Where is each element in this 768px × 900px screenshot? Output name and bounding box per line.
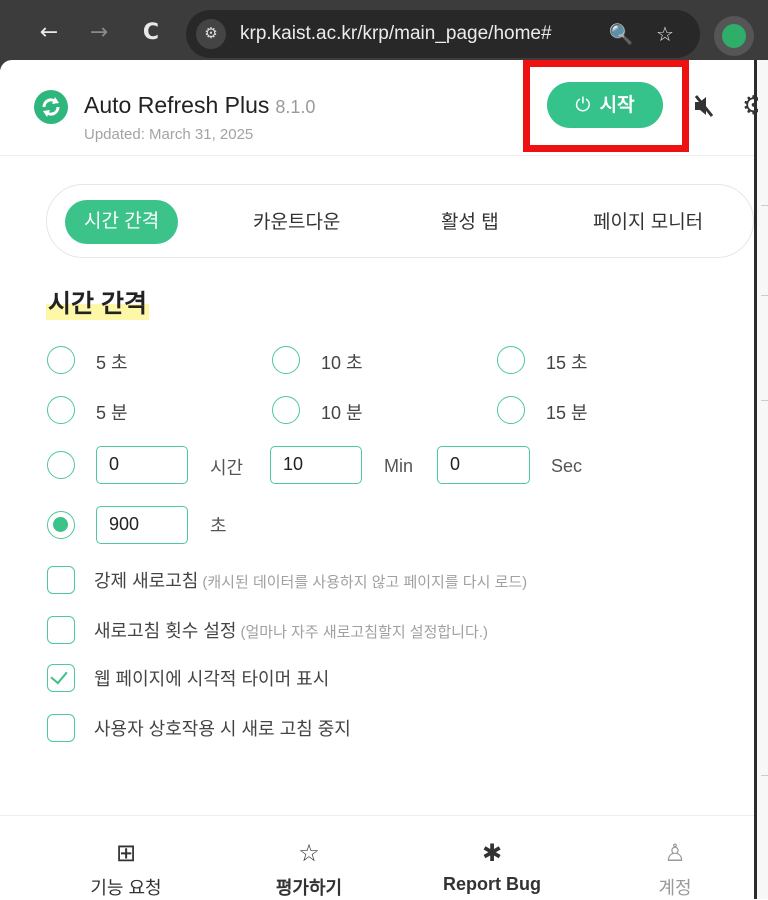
radio-custom-seconds[interactable]: [47, 511, 75, 539]
force-refresh-label: 강제 새로고침 (캐시된 데이터를 사용하지 않고 페이지를 다시 로드): [94, 567, 527, 593]
reload-icon[interactable]: C: [136, 18, 166, 48]
background-page-edge: [754, 60, 768, 899]
extension-button[interactable]: [714, 16, 754, 56]
custom-seconds-input[interactable]: 900: [96, 506, 188, 544]
rate-button[interactable]: ☆ 평가하기: [239, 836, 379, 900]
footer-label: 계정: [658, 878, 692, 898]
updated-date: Updated: March 31, 2025: [84, 126, 254, 143]
refresh-count-checkbox[interactable]: [47, 616, 75, 644]
refresh-count-label: 새로고침 횟수 설정 (얼마나 자주 새로고침할지 설정합니다.): [94, 617, 488, 643]
minutes-unit: Min: [384, 456, 414, 476]
radio-10-min[interactable]: [272, 396, 300, 424]
divider: [0, 815, 754, 816]
seconds-input[interactable]: 0: [437, 446, 530, 484]
radio-10-sec[interactable]: [272, 346, 300, 374]
hours-input[interactable]: 0: [96, 446, 188, 484]
tab-interval[interactable]: 시간 간격: [65, 200, 179, 244]
radio-5-sec[interactable]: [47, 346, 75, 374]
footer-label: Report Bug: [443, 874, 541, 894]
radio-label: 10 초: [321, 353, 363, 373]
footer-label: 기능 요청: [90, 878, 162, 898]
divider: [0, 155, 754, 156]
option-label: 강제 새로고침: [94, 571, 199, 591]
bug-icon: ✱: [481, 839, 503, 867]
gear-icon[interactable]: ⚙: [742, 92, 758, 120]
stop-on-interaction-label: 사용자 상호작용 시 새로 고침 중지: [94, 715, 351, 741]
refresh-logo-icon: [34, 90, 68, 124]
option-note: (얼마나 자주 새로고침할지 설정합니다.): [240, 624, 488, 641]
radio-label: 10 분: [321, 403, 363, 423]
zoom-icon[interactable]: 🔍: [608, 21, 634, 47]
hours-unit: 시간: [210, 458, 244, 478]
start-label: 시작: [599, 95, 635, 116]
radio-15-min[interactable]: [497, 396, 525, 424]
start-button[interactable]: ⏻ 시작: [547, 82, 663, 128]
section-title: 시간 간격: [46, 284, 149, 320]
radio-15-sec[interactable]: [497, 346, 525, 374]
radio-label: 5 분: [96, 403, 128, 423]
tab-active-tab[interactable]: 활성 탭: [441, 207, 499, 234]
option-note: (캐시된 데이터를 사용하지 않고 페이지를 다시 로드): [202, 574, 528, 591]
seconds-unit: Sec: [551, 456, 583, 476]
report-bug-button[interactable]: ✱ Report Bug: [422, 836, 562, 895]
star-icon: ☆: [298, 839, 320, 867]
site-info-icon[interactable]: ⚙: [196, 19, 226, 49]
address-bar[interactable]: ⚙ krp.kaist.ac.kr/krp/main_page/home# 🔍 …: [186, 10, 700, 58]
footer-label: 평가하기: [275, 878, 343, 898]
force-refresh-checkbox[interactable]: [47, 566, 75, 594]
radio-label: 15 분: [546, 403, 588, 423]
radio-label: 5 초: [96, 353, 128, 373]
checkmark-icon: [50, 666, 68, 685]
forward-icon[interactable]: →: [84, 18, 114, 48]
tab-page-monitor[interactable]: 페이지 모니터: [593, 207, 703, 234]
tab-countdown[interactable]: 카운트다운: [253, 207, 340, 234]
app-name: Auto Refresh Plus: [84, 92, 270, 118]
feature-request-button[interactable]: ⊞ 기능 요청: [56, 836, 196, 900]
stop-on-interaction-checkbox[interactable]: [47, 714, 75, 742]
app-version: 8.1.0: [275, 97, 316, 117]
app-title: Auto Refresh Plus 8.1.0: [84, 92, 315, 119]
power-icon: ⏻: [575, 94, 591, 116]
option-label: 웹 페이지에 시각적 타이머 표시: [94, 669, 330, 689]
user-icon: ♙: [664, 839, 686, 867]
option-label: 새로고침 횟수 설정: [94, 621, 237, 641]
seconds-only-unit: 초: [210, 516, 227, 536]
auto-refresh-extension-icon: [722, 24, 746, 48]
bookmark-icon[interactable]: ☆: [652, 21, 678, 47]
radio-custom-time[interactable]: [47, 451, 75, 479]
apps-add-icon: ⊞: [115, 839, 137, 867]
account-button[interactable]: ♙ 계정: [605, 836, 745, 900]
option-label: 사용자 상호작용 시 새로 고침 중지: [94, 719, 351, 739]
minutes-input[interactable]: 10: [270, 446, 362, 484]
visual-timer-checkbox[interactable]: [47, 664, 75, 692]
back-icon[interactable]: ←: [34, 18, 64, 48]
visual-timer-label: 웹 페이지에 시각적 타이머 표시: [94, 665, 329, 691]
radio-5-min[interactable]: [47, 396, 75, 424]
mute-icon[interactable]: [690, 92, 718, 120]
tab-bar: 시간 간격 카운트다운 활성 탭 페이지 모니터: [46, 184, 754, 258]
radio-label: 15 초: [546, 353, 588, 373]
url-text[interactable]: krp.kaist.ac.kr/krp/main_page/home#: [240, 23, 552, 45]
